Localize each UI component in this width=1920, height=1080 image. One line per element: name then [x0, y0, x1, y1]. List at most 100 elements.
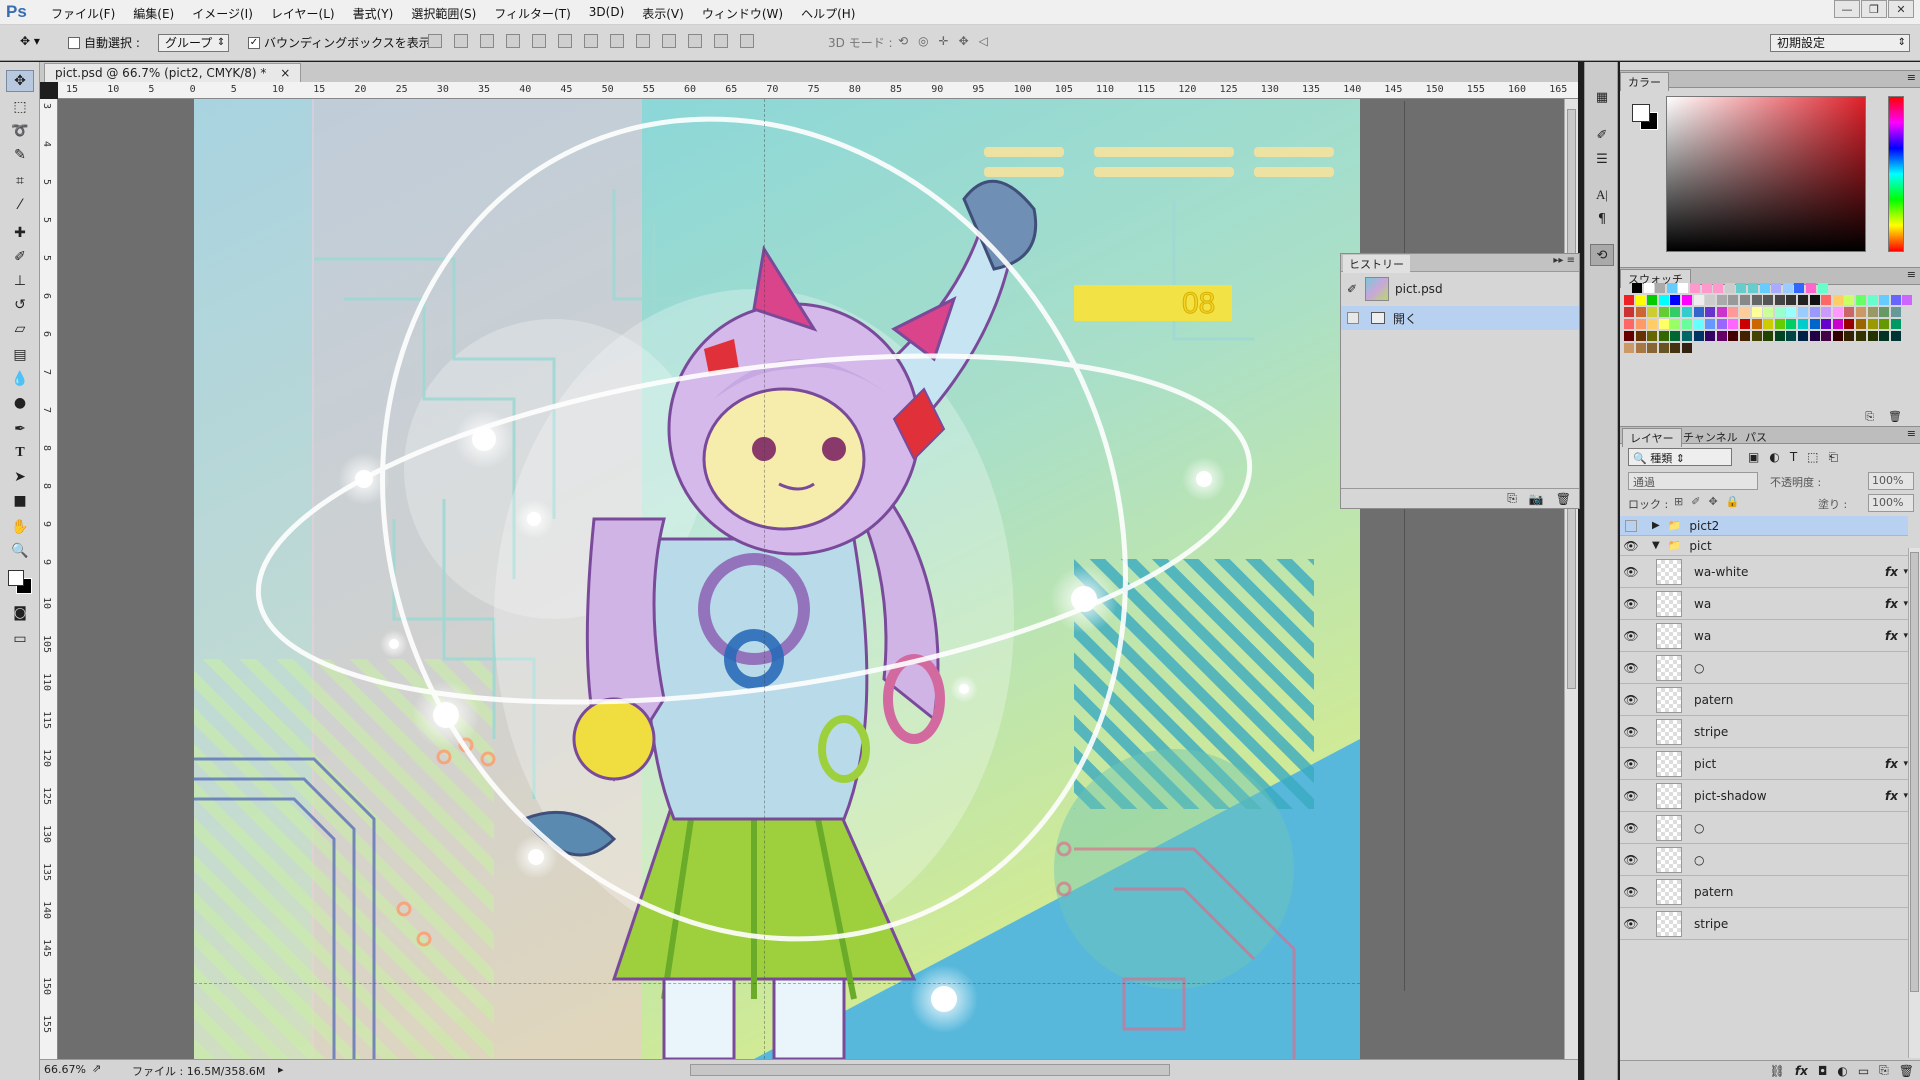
move-tool-preset[interactable]: ✥ ▾: [20, 34, 40, 48]
export-icon[interactable]: ⇗: [92, 1062, 101, 1075]
color-swatch[interactable]: [1844, 307, 1855, 317]
history-brush-tool-icon[interactable]: ↺: [6, 294, 34, 316]
layers-scroll-thumb[interactable]: [1910, 552, 1919, 992]
hue-slider[interactable]: [1888, 96, 1904, 252]
eye-icon[interactable]: 👁: [1620, 725, 1642, 739]
auto-align-icon[interactable]: [740, 34, 754, 48]
color-swatch[interactable]: [1890, 307, 1901, 317]
color-swatch[interactable]: [1763, 295, 1774, 305]
color-swatch[interactable]: [1670, 319, 1681, 329]
color-swatch[interactable]: [1705, 331, 1716, 341]
color-swatch[interactable]: [1635, 319, 1646, 329]
history-step-row[interactable]: 開く: [1341, 306, 1579, 330]
color-swatch[interactable]: [1809, 307, 1820, 317]
eyedropper-tool-icon[interactable]: ⁄: [6, 194, 34, 216]
color-tab[interactable]: カラー: [1620, 72, 1669, 91]
color-swatch[interactable]: [1682, 331, 1692, 341]
color-swatch[interactable]: [1806, 283, 1816, 293]
color-swatch[interactable]: [1635, 343, 1646, 353]
color-swatch[interactable]: [1647, 307, 1658, 317]
color-swatch[interactable]: [1759, 283, 1770, 293]
marquee-tool-icon[interactable]: ⬚: [6, 96, 34, 118]
color-swatch[interactable]: [1740, 331, 1750, 341]
color-swatch[interactable]: [1748, 283, 1758, 293]
delete-layer-icon[interactable]: 🗑: [1899, 1064, 1914, 1078]
color-swatch[interactable]: [1817, 283, 1828, 293]
new-group-icon[interactable]: ▭: [1858, 1064, 1869, 1078]
color-swatch[interactable]: [1856, 307, 1866, 317]
layer-row[interactable]: 👁 pict-shadow fx ▾: [1620, 780, 1908, 812]
align-bottom-icon[interactable]: [480, 34, 494, 48]
color-swatch[interactable]: [1798, 295, 1808, 305]
color-swatch[interactable]: [1798, 307, 1808, 317]
color-swatch[interactable]: [1713, 283, 1724, 293]
canvas-hscroll-thumb[interactable]: [690, 1064, 1170, 1076]
shape-tool-icon[interactable]: ■: [6, 490, 34, 512]
color-picker-field[interactable]: [1666, 96, 1866, 252]
close-document-icon[interactable]: ×: [280, 66, 290, 80]
artwork-canvas[interactable]: 08: [194, 99, 1360, 1059]
channels-tab[interactable]: チャンネル: [1676, 428, 1745, 446]
color-swatch[interactable]: [1690, 283, 1700, 293]
layer-effects-icon[interactable]: fx: [1885, 629, 1898, 643]
color-swatch[interactable]: [1624, 307, 1634, 317]
history-panel-menu-icon[interactable]: ▸▸ ≡: [1553, 255, 1575, 266]
color-swatch[interactable]: [1798, 319, 1808, 329]
zoom-tool-icon[interactable]: 🔍: [6, 540, 34, 562]
color-swatch[interactable]: [1890, 319, 1901, 329]
menu-item[interactable]: イメージ(I): [183, 5, 262, 22]
layer-row[interactable]: 👁 patern: [1620, 684, 1908, 716]
layer-effects-icon[interactable]: fx: [1885, 789, 1898, 803]
color-swatch[interactable]: [1786, 331, 1797, 341]
distribute-bottom-icon[interactable]: [636, 34, 650, 48]
color-swatch[interactable]: [1751, 295, 1762, 305]
fg-bg-colors[interactable]: [6, 566, 36, 598]
eraser-tool-icon[interactable]: ▱: [6, 318, 34, 340]
history-brush-source-icon[interactable]: ✐: [1347, 282, 1357, 296]
swatch-grid[interactable]: [1622, 283, 1918, 363]
layer-row[interactable]: 👁 stripe: [1620, 908, 1908, 940]
smart-object-filter-icon[interactable]: ⎗: [1829, 450, 1849, 464]
history-panel-icon[interactable]: ⟲: [1590, 244, 1614, 266]
menu-item[interactable]: ファイル(F): [42, 5, 124, 22]
history-step-checkbox[interactable]: [1347, 312, 1359, 324]
color-swatch[interactable]: [1844, 331, 1855, 341]
color-swatch[interactable]: [1794, 283, 1805, 293]
color-swatch[interactable]: [1658, 295, 1669, 305]
layer-row[interactable]: 👁 pict fx ▾: [1620, 748, 1908, 780]
new-swatch-icon[interactable]: ⎘: [1865, 410, 1874, 423]
dodge-tool-icon[interactable]: ●: [6, 392, 34, 414]
color-swatch[interactable]: [1879, 307, 1890, 317]
color-swatch[interactable]: [1658, 331, 1669, 341]
canvas-area[interactable]: 08: [58, 99, 1564, 1059]
color-swatch[interactable]: [1740, 307, 1750, 317]
color-swatch[interactable]: [1774, 295, 1785, 305]
quick-select-tool-icon[interactable]: ✎: [6, 144, 34, 166]
collapse-arrow-icon[interactable]: ▼: [1652, 540, 1660, 551]
lock-position-icon[interactable]: ✥: [1708, 495, 1725, 508]
color-swatch[interactable]: [1821, 295, 1832, 305]
menu-item[interactable]: フィルター(T): [485, 5, 579, 22]
layer-row[interactable]: 👁 patern: [1620, 876, 1908, 908]
color-swatch[interactable]: [1693, 295, 1704, 305]
eye-icon[interactable]: 👁: [1620, 917, 1642, 931]
align-vcenter-icon[interactable]: [454, 34, 468, 48]
eye-icon[interactable]: 👁: [1620, 789, 1642, 803]
new-layer-icon[interactable]: ⎘: [1879, 1063, 1889, 1078]
color-swatch[interactable]: [1716, 331, 1727, 341]
layer-effects-icon[interactable]: fx: [1885, 757, 1898, 771]
color-swatch[interactable]: [1635, 295, 1646, 305]
eye-icon[interactable]: 👁: [1620, 661, 1642, 675]
layer-row[interactable]: 👁 stripe: [1620, 716, 1908, 748]
color-swatch[interactable]: [1670, 331, 1681, 341]
add-mask-icon[interactable]: ◘: [1818, 1064, 1828, 1078]
color-swatch[interactable]: [1670, 307, 1681, 317]
color-swatch[interactable]: [1763, 307, 1774, 317]
color-swatch[interactable]: [1658, 307, 1669, 317]
hand-tool-icon[interactable]: ✋: [6, 516, 34, 538]
color-swatch[interactable]: [1786, 307, 1797, 317]
color-swatch[interactable]: [1728, 295, 1739, 305]
properties-panel-icon[interactable]: ▦: [1590, 86, 1614, 108]
paragraph-panel-icon[interactable]: ¶: [1590, 208, 1614, 230]
color-swatch[interactable]: [1902, 295, 1913, 305]
